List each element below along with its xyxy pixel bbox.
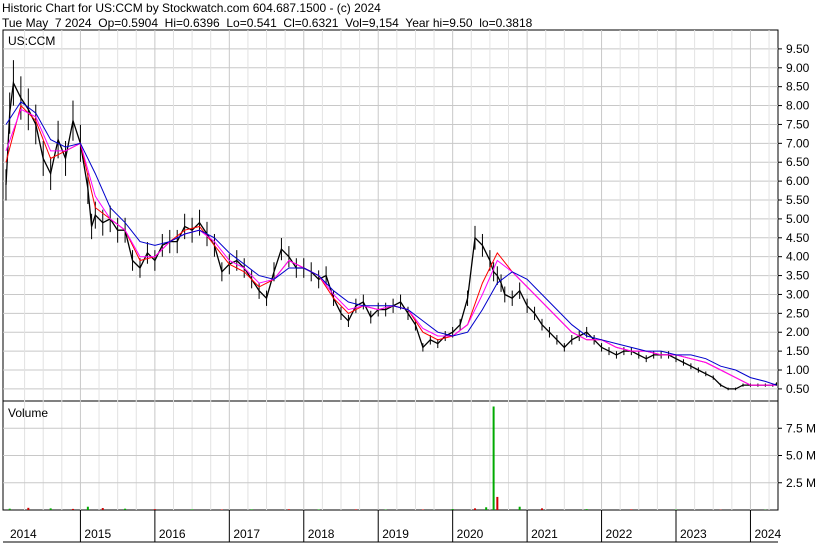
year-label: 2016 xyxy=(159,527,186,541)
price-tick-label: 6.00 xyxy=(786,174,810,188)
price-tick-label: 9.00 xyxy=(786,61,810,75)
price-tick-label: 4.50 xyxy=(786,231,810,245)
stock-chart: 9.50 9.00 8.50 8.00 7.50 7.00 6.50 6.00 5.50 5.00… xyxy=(2,29,816,543)
price-tick-label: 3.50 xyxy=(786,269,810,283)
price-panel-frame xyxy=(2,29,779,402)
price-tick-label: 5.50 xyxy=(786,193,810,207)
volume-axis-ticks: 7.5 M 5.0 M 2.5 M xyxy=(778,421,816,490)
price-tick-label: 7.50 xyxy=(786,117,810,131)
price-tick-label: 1.00 xyxy=(786,363,810,377)
year-label: 2015 xyxy=(84,527,111,541)
price-tick-label: 0.50 xyxy=(786,382,810,396)
volume-tick-label: 2.5 M xyxy=(786,476,816,490)
price-tick-label: 2.50 xyxy=(786,306,810,320)
year-label: 2019 xyxy=(382,527,409,541)
price-tick-label: 5.00 xyxy=(786,212,810,226)
price-axis-ticks: 9.50 9.00 8.50 8.00 7.50 7.00 6.50 6.00 5.50 5.00… xyxy=(778,42,810,396)
price-tick-label: 4.00 xyxy=(786,250,810,264)
price-tick-label: 1.50 xyxy=(786,344,810,358)
price-tick-label: 6.50 xyxy=(786,155,810,169)
price-tick-label: 8.50 xyxy=(786,80,810,94)
volume-tick-label: 5.0 M xyxy=(786,449,816,463)
year-label: 2014 xyxy=(10,527,37,541)
price-tick-label: 7.00 xyxy=(786,136,810,150)
volume-panel-title: Volume xyxy=(8,406,48,420)
year-label: 2022 xyxy=(606,527,633,541)
year-label: 2018 xyxy=(308,527,335,541)
price-tick-label: 2.00 xyxy=(786,325,810,339)
year-label: 2017 xyxy=(233,527,260,541)
year-label: 2021 xyxy=(531,527,558,541)
price-tick-label: 3.00 xyxy=(786,287,810,301)
price-panel-title: US:CCM xyxy=(8,34,55,48)
volume-tick-label: 7.5 M xyxy=(786,421,816,435)
price-tick-label: 9.50 xyxy=(786,42,810,56)
year-label: 2024 xyxy=(754,527,781,541)
year-axis: 2014 2015 2016 2017 2018 2019 2020 2021 2022 2023… xyxy=(3,510,781,543)
price-tick-label: 8.00 xyxy=(786,99,810,113)
year-label: 2020 xyxy=(457,527,484,541)
year-label: 2023 xyxy=(680,527,707,541)
